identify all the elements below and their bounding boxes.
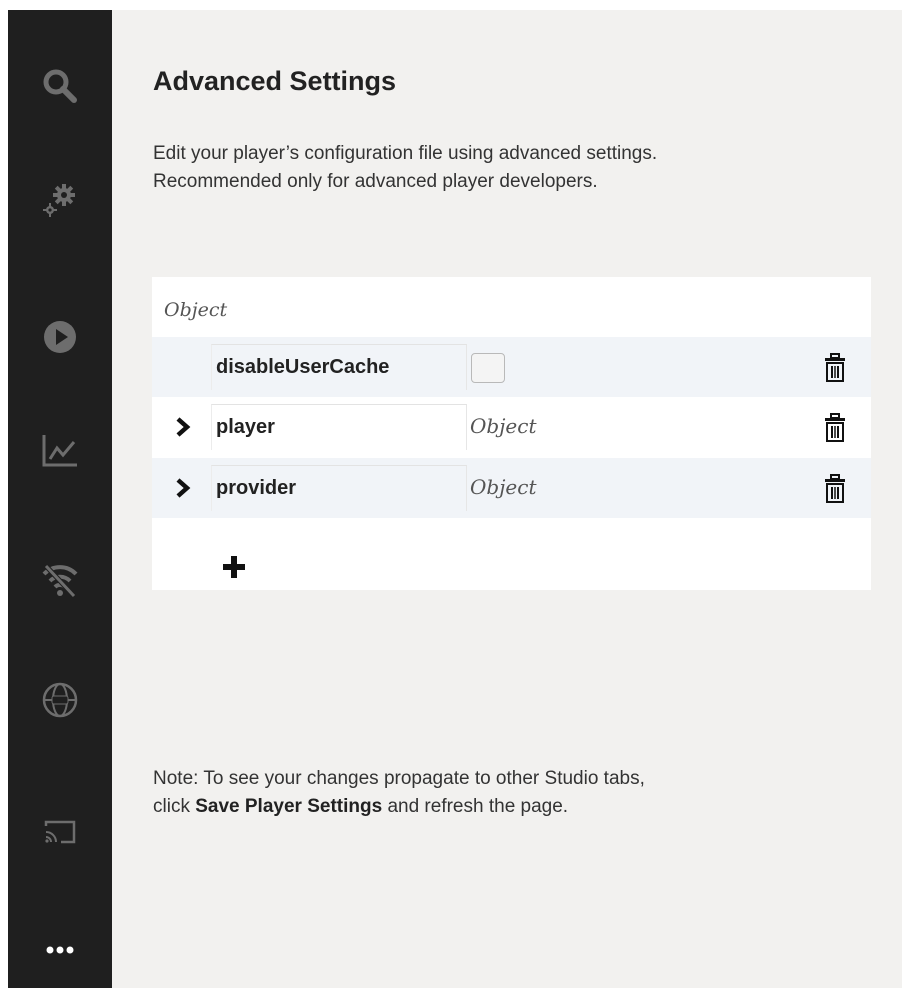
note-line-2: click Save Player Settings and refresh t… bbox=[153, 793, 893, 821]
save-player-settings-label: Save Player Settings bbox=[195, 796, 383, 817]
editor-row-provider: provider Object bbox=[152, 458, 871, 518]
cast-icon[interactable] bbox=[8, 802, 112, 862]
note-suffix: and refresh the page. bbox=[382, 796, 569, 817]
gears-icon[interactable] bbox=[8, 170, 112, 230]
root-type-label: Object bbox=[164, 299, 228, 321]
chevron-right-icon[interactable] bbox=[174, 476, 192, 500]
disable-user-cache-checkbox[interactable] bbox=[471, 353, 505, 383]
search-icon[interactable] bbox=[8, 56, 112, 116]
editor-row-disableUserCache: disableUserCache bbox=[152, 337, 871, 397]
play-icon[interactable] bbox=[8, 307, 112, 367]
note-click: click bbox=[153, 796, 196, 817]
page-description: Edit your player’s configuration file us… bbox=[153, 140, 893, 196]
description-line-2: Recommended only for advanced player dev… bbox=[153, 171, 598, 192]
key-field[interactable]: player bbox=[211, 404, 467, 450]
description-line-1: Edit your player’s configuration file us… bbox=[153, 143, 658, 164]
analytics-icon[interactable] bbox=[8, 420, 112, 480]
sidebar-nav bbox=[8, 10, 112, 988]
value-type-label: Object bbox=[470, 414, 537, 438]
trash-icon[interactable] bbox=[823, 413, 847, 443]
chevron-right-icon[interactable] bbox=[174, 415, 192, 439]
more-icon[interactable] bbox=[8, 920, 112, 980]
json-editor: Object disableUserCache player Object pr… bbox=[152, 277, 871, 590]
key-field[interactable]: disableUserCache bbox=[211, 344, 467, 390]
key-field[interactable]: provider bbox=[211, 465, 467, 511]
note-text: Note: To see your changes propagate to o… bbox=[153, 765, 893, 821]
globe-360-icon[interactable] bbox=[8, 670, 112, 730]
editor-row-player: player Object bbox=[152, 397, 871, 457]
page-title: Advanced Settings bbox=[153, 66, 397, 96]
note-line-1: Note: To see your changes propagate to o… bbox=[153, 768, 645, 789]
trash-icon[interactable] bbox=[823, 474, 847, 504]
value-type-label: Object bbox=[470, 475, 537, 499]
add-icon[interactable] bbox=[221, 554, 247, 580]
main-panel: Advanced Settings Edit your player’s con… bbox=[112, 10, 902, 988]
trash-icon[interactable] bbox=[823, 353, 847, 383]
wifi-off-icon[interactable] bbox=[8, 550, 112, 610]
